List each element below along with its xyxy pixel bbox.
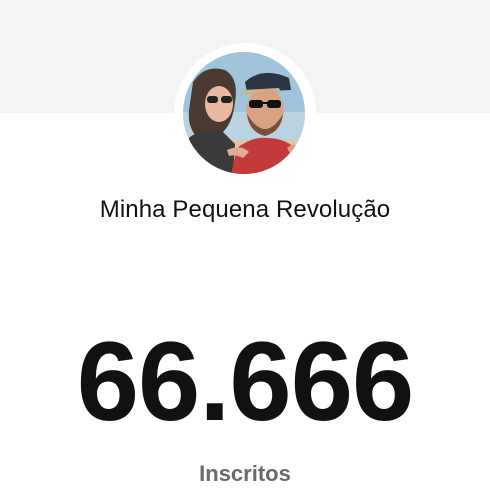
channel-name[interactable]: Minha Pequena Revolução — [0, 196, 490, 224]
avatar-photo-icon — [183, 52, 305, 174]
channel-avatar[interactable] — [183, 52, 305, 174]
subscriber-count: 66.666 — [76, 319, 415, 444]
subscriber-label: Inscritos — [199, 461, 291, 486]
subscriber-counter-page: Minha Pequena Revolução 66.666 Inscritos — [0, 0, 490, 490]
